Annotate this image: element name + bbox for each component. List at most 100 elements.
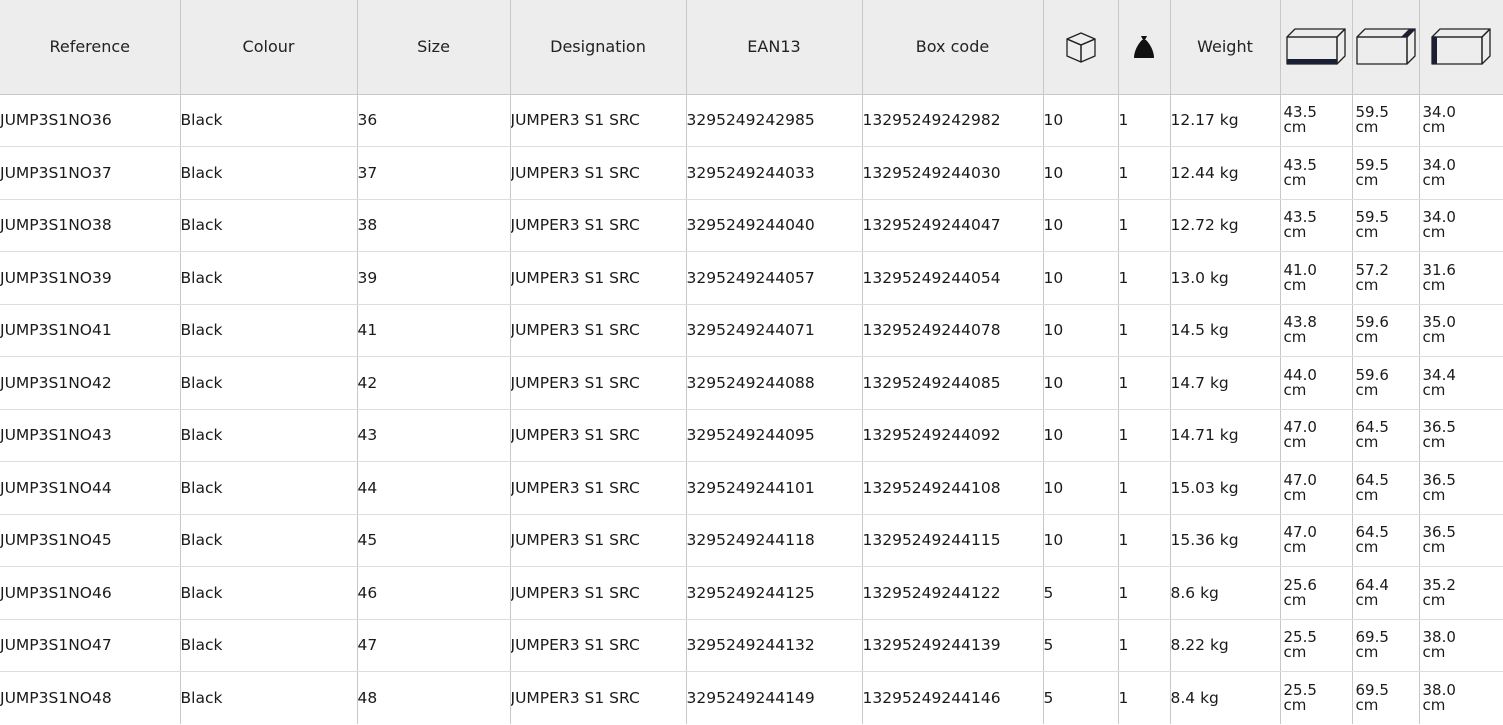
cell-box-length: 44.0 cm [1280, 356, 1353, 410]
cell-reference: JUMP3S1NO46 [0, 566, 181, 620]
dimension-unit: cm [1422, 170, 1446, 189]
cell-designation: JUMPER3 S1 SRC [510, 94, 687, 147]
cell-reference: JUMP3S1NO44 [0, 461, 181, 515]
cell-weight: 8.6 kg [1170, 566, 1281, 620]
header-size[interactable]: Size [357, 0, 511, 95]
cell-box-length: 43.5 cm [1280, 146, 1353, 200]
cell-box-quantity: 10 [1043, 146, 1119, 200]
table-row: JUMP3S1NO46 Black 46 JUMPER3 S1 SRC 32952492… [0, 566, 1503, 620]
cell-box-code: 13295249244146 [862, 671, 1044, 724]
cell-box-length: 43.5 cm [1280, 94, 1353, 147]
cell-box-code: 13295249244047 [862, 199, 1044, 252]
dimension-unit: cm [1283, 380, 1307, 399]
cell-bag-quantity: 1 [1118, 461, 1171, 515]
cell-box-width: 59.6 cm [1352, 304, 1420, 357]
dimension-unit: cm [1283, 590, 1307, 609]
header-reference[interactable]: Reference [0, 0, 181, 95]
cell-box-height: 34.0 cm [1419, 146, 1503, 200]
cell-size: 45 [357, 514, 511, 567]
cell-reference: JUMP3S1NO41 [0, 304, 181, 357]
cell-box-width: 59.6 cm [1352, 356, 1420, 410]
cell-designation: JUMPER3 S1 SRC [510, 304, 687, 357]
dimension-unit: cm [1422, 275, 1446, 294]
cell-ean13: 3295249244101 [686, 461, 863, 515]
cell-box-height: 35.2 cm [1419, 566, 1503, 620]
cell-size: 38 [357, 199, 511, 252]
header-colour[interactable]: Colour [180, 0, 358, 95]
cell-ean13: 3295249244125 [686, 566, 863, 620]
cell-box-length: 47.0 cm [1280, 514, 1353, 567]
header-ean13[interactable]: EAN13 [686, 0, 863, 95]
header-designation[interactable]: Designation [510, 0, 687, 95]
dimension-unit: cm [1355, 380, 1379, 399]
dimension-unit: cm [1283, 328, 1307, 347]
cell-designation: JUMPER3 S1 SRC [510, 409, 687, 462]
dimension-unit: cm [1283, 118, 1307, 137]
cell-designation: JUMPER3 S1 SRC [510, 146, 687, 200]
cell-box-height: 38.0 cm [1419, 672, 1503, 725]
cell-box-height: 34.0 cm [1419, 199, 1503, 252]
header-box-height[interactable] [1419, 0, 1503, 95]
cell-designation: JUMPER3 S1 SRC [510, 251, 687, 305]
cell-colour: Black [180, 409, 358, 462]
header-box-length[interactable] [1280, 0, 1353, 95]
cell-box-code: 13295249244092 [862, 409, 1044, 462]
cell-colour: Black [180, 146, 358, 200]
cell-size: 44 [357, 461, 511, 515]
dimension-unit: cm [1422, 696, 1446, 714]
cell-colour: Black [180, 461, 358, 515]
dimension-unit: cm [1355, 485, 1379, 504]
dimension-unit: cm [1283, 643, 1307, 662]
cell-box-code: 13295249244030 [862, 146, 1044, 200]
cell-box-length: 25.6 cm [1280, 566, 1353, 620]
cell-colour: Black [180, 94, 358, 147]
cell-box-quantity: 10 [1043, 356, 1119, 410]
header-weight[interactable]: Weight [1170, 0, 1281, 95]
cell-reference: JUMP3S1NO42 [0, 356, 181, 410]
cell-size: 41 [357, 304, 511, 357]
cell-colour: Black [180, 199, 358, 252]
dimension-unit: cm [1422, 485, 1446, 504]
cell-designation: JUMPER3 S1 SRC [510, 619, 687, 672]
cell-colour: Black [180, 251, 358, 305]
table-row: JUMP3S1NO37 Black 37 JUMPER3 S1 SRC 32952492… [0, 146, 1503, 200]
dimension-unit: cm [1283, 485, 1307, 504]
cell-box-height: 36.5 cm [1419, 409, 1503, 462]
header-box-quantity[interactable] [1043, 0, 1119, 95]
table-row: JUMP3S1NO48 Black 48 JUMPER3 S1 SRC 32952492… [0, 671, 1503, 725]
cell-bag-quantity: 1 [1118, 514, 1171, 567]
cell-designation: JUMPER3 S1 SRC [510, 566, 687, 620]
cell-weight: 8.4 kg [1170, 671, 1281, 724]
header-box-code[interactable]: Box code [862, 0, 1044, 95]
cell-reference: JUMP3S1NO37 [0, 146, 181, 200]
cell-colour: Black [180, 671, 358, 724]
cell-colour: Black [180, 304, 358, 357]
cell-weight: 14.7 kg [1170, 356, 1281, 410]
cell-box-quantity: 10 [1043, 461, 1119, 515]
cell-box-quantity: 10 [1043, 409, 1119, 462]
dimension-unit: cm [1422, 433, 1446, 452]
cell-size: 47 [357, 619, 511, 672]
cell-box-height: 34.4 cm [1419, 356, 1503, 410]
table-row: JUMP3S1NO41 Black 41 JUMPER3 S1 SRC 32952492… [0, 304, 1503, 357]
header-bag-quantity[interactable] [1118, 0, 1171, 95]
cell-box-code: 13295249242982 [862, 94, 1044, 147]
cell-bag-quantity: 1 [1118, 671, 1171, 724]
cell-ean13: 3295249242985 [686, 94, 863, 147]
cell-weight: 14.5 kg [1170, 304, 1281, 357]
cell-colour: Black [180, 356, 358, 410]
cell-box-height: 34.0 cm [1419, 94, 1503, 147]
cell-box-height: 38.0 cm [1419, 619, 1503, 672]
cell-box-length: 25.5 cm [1280, 671, 1353, 724]
dimension-unit: cm [1422, 538, 1446, 557]
cell-bag-quantity: 1 [1118, 304, 1171, 357]
box-icon [1065, 32, 1096, 63]
cell-box-code: 13295249244054 [862, 251, 1044, 305]
cell-designation: JUMPER3 S1 SRC [510, 461, 687, 515]
cell-reference: JUMP3S1NO45 [0, 514, 181, 567]
header-box-width[interactable] [1352, 0, 1420, 95]
cell-weight: 13.0 kg [1170, 251, 1281, 305]
cell-box-quantity: 10 [1043, 514, 1119, 567]
dimension-unit: cm [1355, 643, 1379, 662]
cell-bag-quantity: 1 [1118, 94, 1171, 147]
